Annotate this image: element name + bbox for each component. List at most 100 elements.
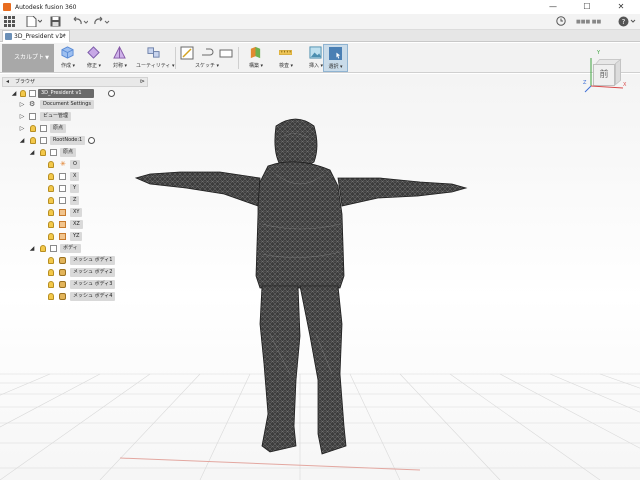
canvas-viewport[interactable]	[0, 74, 640, 480]
caret-down-icon[interactable]: ◢	[28, 244, 36, 253]
toolbar-ribbon: スカルプト ▼ 作成 ▾ 修正 ▾ 対称 ▾ ユーティリティ ▾ スケッチ ▾ …	[0, 43, 640, 73]
tree-axis-x[interactable]: X	[38, 172, 138, 181]
save-icon[interactable]	[50, 16, 61, 28]
caret-right-icon[interactable]: ▷	[18, 112, 26, 121]
mesh-body-figure[interactable]	[0, 74, 640, 480]
visibility-bulb-icon[interactable]	[48, 173, 54, 180]
tree-bodies[interactable]: ◢ ボディ	[28, 244, 138, 253]
sketch-menu[interactable]: スケッチ ▾	[178, 44, 236, 72]
caret-down-icon[interactable]: ◢	[10, 89, 18, 98]
user-account-menu[interactable]: ■■■ ■■	[576, 16, 601, 28]
visibility-bulb-icon[interactable]	[30, 125, 36, 132]
select-menu[interactable]: 選択 ▾	[323, 44, 348, 72]
tree-rootnode[interactable]: ◢ RootNode:1	[18, 136, 138, 145]
visibility-bulb-icon[interactable]	[48, 221, 54, 228]
mesh-body-3-label: メッシュ ボディ3	[70, 280, 116, 289]
tree-origin[interactable]: ◢ 原点	[28, 148, 138, 157]
tree-mesh-body-4[interactable]: メッシュ ボディ4	[38, 292, 138, 301]
visibility-bulb-icon[interactable]	[40, 149, 46, 156]
visibility-bulb-icon[interactable]	[48, 293, 54, 300]
views-label: ビュー管理	[40, 112, 72, 121]
ribbon-separator	[175, 47, 176, 69]
plane-xy-label: XY	[70, 208, 83, 217]
visibility-bulb-icon[interactable]	[40, 245, 46, 252]
construct-menu[interactable]: 構築 ▾	[242, 44, 270, 72]
folder-icon	[29, 113, 36, 120]
tree-origin-top[interactable]: ▷ 原点	[18, 124, 138, 133]
ribbon-separator	[238, 47, 239, 69]
quick-access-toolbar: ■■■ ■■ ?	[0, 14, 640, 30]
symmetry-icon	[113, 46, 126, 59]
plane-yz-label: YZ	[70, 232, 83, 241]
visibility-bulb-icon[interactable]	[48, 269, 54, 276]
plane-xz-label: XZ	[70, 220, 83, 229]
axis-icon	[59, 197, 66, 204]
tree-axis-y[interactable]: Y	[38, 184, 138, 193]
select-cursor-icon	[328, 47, 342, 60]
tree-mesh-body-1[interactable]: メッシュ ボディ1	[38, 256, 138, 265]
viewcube-axis-triad	[584, 58, 624, 93]
folder-icon	[40, 125, 47, 132]
close-button[interactable]: ✕	[608, 0, 634, 14]
visibility-bulb-icon[interactable]	[48, 185, 54, 192]
tree-plane-xy[interactable]: XY	[38, 208, 138, 217]
document-tab[interactable]: 3D_President v1* ×	[2, 30, 70, 42]
redo-icon[interactable]	[94, 16, 110, 28]
document-tab-label: 3D_President v1*	[14, 33, 66, 40]
inspect-menu[interactable]: 検査 ▾	[272, 44, 300, 72]
utility-menu-label: ユーティリティ ▾	[136, 63, 175, 69]
symmetry-menu[interactable]: 対称 ▾	[108, 44, 132, 72]
tree-doc-settings[interactable]: ▷ ⚙ Document Settings	[18, 100, 138, 109]
visibility-bulb-icon[interactable]	[48, 161, 54, 168]
plane-icon	[59, 233, 66, 240]
maximize-button[interactable]: ☐	[574, 0, 600, 14]
visibility-bulb-icon[interactable]	[20, 90, 26, 97]
visibility-bulb-icon[interactable]	[48, 257, 54, 264]
construct-plane-icon	[250, 46, 261, 59]
folder-icon	[50, 245, 57, 252]
select-menu-label: 選択 ▾	[328, 64, 343, 70]
caret-right-icon[interactable]: ▷	[18, 100, 26, 109]
tree-mesh-body-3[interactable]: メッシュ ボディ3	[38, 280, 138, 289]
visibility-bulb-icon[interactable]	[48, 197, 54, 204]
file-menu-icon[interactable]	[26, 15, 43, 28]
utility-menu[interactable]: ユーティリティ ▾	[136, 44, 175, 72]
visibility-bulb-icon[interactable]	[30, 137, 36, 144]
activate-radio-icon[interactable]	[88, 137, 95, 144]
data-panel-grid-icon[interactable]	[4, 16, 15, 28]
pin-icon[interactable]: ⊳	[140, 78, 145, 86]
origin-label: 原点	[60, 148, 77, 157]
help-icon[interactable]: ?	[618, 16, 636, 28]
visibility-bulb-icon[interactable]	[48, 281, 54, 288]
activate-radio-icon[interactable]	[108, 90, 115, 97]
mesh-body-icon	[59, 257, 66, 264]
tree-views[interactable]: ▷ ビュー管理	[18, 112, 138, 121]
visibility-bulb-icon[interactable]	[48, 233, 54, 240]
caret-down-icon[interactable]: ◢	[18, 136, 26, 145]
caret-down-icon[interactable]: ◢	[28, 148, 36, 157]
browser-header[interactable]: ◂ ブラウザ ⊳	[2, 77, 148, 87]
minimize-button[interactable]: —	[540, 0, 566, 14]
job-status-clock-icon[interactable]	[556, 16, 566, 28]
create-menu[interactable]: 作成 ▾	[56, 44, 80, 72]
utility-icon	[147, 47, 160, 58]
visibility-bulb-icon[interactable]	[48, 209, 54, 216]
collapse-icon[interactable]: ◂	[6, 78, 9, 86]
tab-close-icon[interactable]: ×	[60, 31, 66, 42]
insert-image-icon	[309, 46, 322, 59]
viewcube[interactable]: 前 Y Z X	[583, 50, 629, 100]
tree-axis-z[interactable]: Z	[38, 196, 138, 205]
undo-icon[interactable]	[72, 16, 89, 28]
tree-mesh-body-2[interactable]: メッシュ ボディ2	[38, 268, 138, 277]
modify-menu[interactable]: 修正 ▾	[82, 44, 106, 72]
root-label: 3D_President v1	[38, 89, 94, 98]
workspace-switcher[interactable]: スカルプト ▼	[2, 44, 54, 72]
caret-right-icon[interactable]: ▷	[18, 124, 26, 133]
tree-origin-point[interactable]: ✳ O	[38, 160, 138, 169]
tree-plane-xz[interactable]: XZ	[38, 220, 138, 229]
axis-x-label: X	[70, 172, 80, 181]
browser-root-node[interactable]: ◢ 3D_President v1	[10, 89, 150, 98]
svg-text:?: ?	[622, 18, 626, 26]
chevron-down-icon: ▼	[45, 55, 49, 61]
tree-plane-yz[interactable]: YZ	[38, 232, 138, 241]
